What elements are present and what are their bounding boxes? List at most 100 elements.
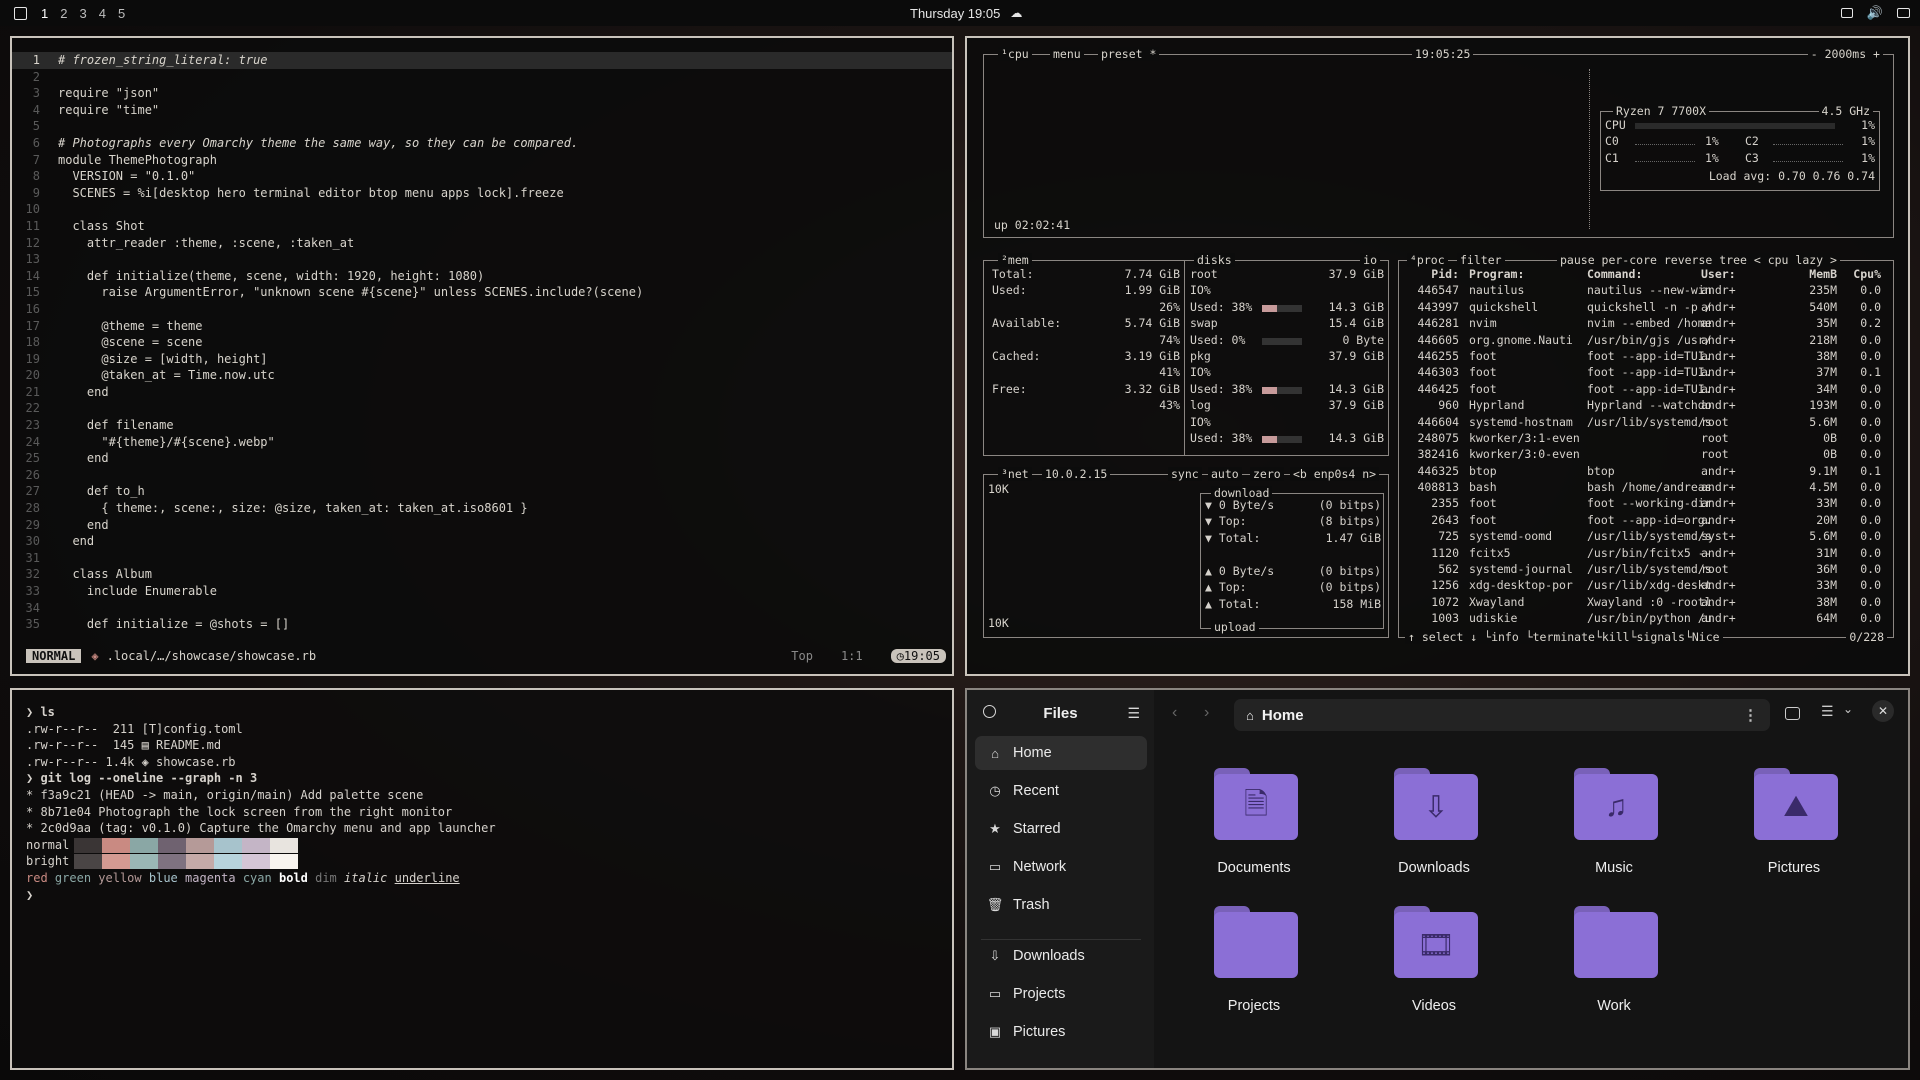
- auto-toggle[interactable]: auto: [1208, 467, 1242, 481]
- proc-row[interactable]: 446425 foot foot --app-id=TUI. andr+ 34M 0.0: [1403, 382, 1887, 398]
- view-list-icon[interactable]: ☰: [1821, 703, 1834, 720]
- chevron-down-icon[interactable]: ⌄: [1843, 702, 1853, 716]
- net-label[interactable]: ³net: [998, 467, 1032, 481]
- close-icon[interactable]: ✕: [1872, 700, 1894, 722]
- volume-icon[interactable]: 🔊: [1867, 5, 1883, 21]
- path-menu-icon[interactable]: ⋮: [1743, 706, 1758, 724]
- terminal-prompt[interactable]: ❯: [26, 887, 496, 904]
- folder-projects[interactable]: Projects: [1194, 906, 1314, 1026]
- proc-row[interactable]: 443997 quickshell quickshell -n -p / andr+ 5…: [1403, 300, 1887, 316]
- line-number: 33: [25, 584, 40, 598]
- folder-work[interactable]: Work: [1554, 906, 1674, 1026]
- proc-row[interactable]: 446281 nvim nvim --embed /home andr+ 35M 0.2: [1403, 316, 1887, 332]
- disk-usage-bar: [1262, 435, 1302, 443]
- sidebar-item-downloads[interactable]: ⇩ Downloads: [975, 939, 1147, 973]
- workspace-5[interactable]: 5: [118, 6, 125, 21]
- proc-header-user[interactable]: User:: [1701, 267, 1736, 281]
- interval-control[interactable]: - 2000ms +: [1807, 47, 1883, 61]
- proc-header-mem[interactable]: MemB: [1809, 267, 1837, 281]
- sidebar-item-label: Network: [1013, 859, 1067, 875]
- proc-options[interactable]: pause per-core reverse tree < cpu lazy >: [1557, 253, 1840, 267]
- proc-footer[interactable]: ↑ select ↓ └info └terminate└kill└signals…: [1405, 630, 1723, 644]
- folder-music[interactable]: ♫ Music: [1554, 768, 1674, 888]
- editor-window[interactable]: 1 # frozen_string_literal: true 2 3 require …: [10, 36, 954, 676]
- sidebar-item-pictures[interactable]: ▣ Pictures: [975, 1015, 1147, 1049]
- sidebar-item-projects[interactable]: ▭ Projects: [975, 977, 1147, 1011]
- sidebar-item-home[interactable]: ⌂ Home: [975, 736, 1147, 770]
- folder-downloads[interactable]: ⇩ Downloads: [1374, 768, 1494, 888]
- btop-clock: 19:05:25: [1412, 47, 1474, 61]
- proc-label[interactable]: ⁴proc: [1407, 253, 1448, 267]
- path-bar[interactable]: ⌂ Home ⋮: [1234, 699, 1770, 731]
- line-number: 30: [25, 534, 40, 549]
- proc-row[interactable]: 1120 fcitx5/usr/bin/fcitx5 -- andr+ 31M 0.0: [1403, 546, 1887, 562]
- workspace-1[interactable]: 1: [41, 6, 48, 21]
- code-line: 8 VERSION = "0.1.0": [12, 168, 952, 185]
- back-arrow-icon[interactable]: ‹: [1172, 704, 1177, 722]
- folder-videos[interactable]: 🎞 Videos: [1374, 906, 1494, 1026]
- sidebar-item-trash[interactable]: 🗑 Trash: [975, 888, 1147, 922]
- line-number: 5: [32, 119, 40, 134]
- proc-pid: 2643: [1431, 512, 1459, 527]
- code-line: 3 require "json": [12, 85, 952, 102]
- proc-row[interactable]: 248075 kworker/3:1-even root 0B 0.0: [1403, 431, 1887, 447]
- proc-row[interactable]: 1256 xdg-desktop-por/usr/lib/xdg-deskt and…: [1403, 578, 1887, 594]
- workspace-2[interactable]: 2: [60, 6, 67, 21]
- editor-buffer[interactable]: 1 # frozen_string_literal: true 2 3 require …: [12, 52, 952, 633]
- filter-button[interactable]: filter: [1457, 253, 1505, 267]
- files-window[interactable]: Files ☰ ⌂ Home ◷ Recent ★ Starred ▭ Network 🗑 Tra…: [965, 688, 1910, 1070]
- clock[interactable]: Thursday 19:05: [910, 6, 1000, 21]
- proc-row[interactable]: 446604 systemd-hostnam/usr/lib/systemd/s r…: [1403, 415, 1887, 431]
- folder-documents[interactable]: 🗎 Documents: [1194, 768, 1314, 888]
- proc-header-command[interactable]: Command:: [1587, 267, 1642, 281]
- zero-toggle[interactable]: zero: [1250, 467, 1284, 481]
- monitor-icon[interactable]: [1897, 8, 1910, 18]
- proc-row[interactable]: 446547 nautilus nautilus --new-win andr+ 235…: [1403, 283, 1887, 299]
- mem-label[interactable]: ²mem: [998, 253, 1032, 267]
- hamburger-menu-icon[interactable]: ☰: [1127, 705, 1140, 722]
- btop-window[interactable]: ¹cpu menu preset * 19:05:25 - 2000ms + u…: [965, 36, 1910, 676]
- workspace-3[interactable]: 3: [79, 6, 86, 21]
- terminal-window[interactable]: ❯ ls .rw-r--r-- 211 [T]config.toml .rw-r--…: [10, 688, 954, 1070]
- proc-row[interactable]: 2643 foot foot --app-id=org. andr+ 20M 0.0: [1403, 513, 1887, 529]
- proc-row[interactable]: 382416 kworker/3:0-even root 0B 0.0: [1403, 447, 1887, 463]
- preset-button[interactable]: preset *: [1098, 47, 1160, 61]
- cpu-row: CPU 1%: [1605, 118, 1875, 134]
- new-tab-icon[interactable]: [1785, 707, 1800, 720]
- proc-row[interactable]: 725 systemd-oomd/usr/lib/systemd/s syst+ 5.…: [1403, 529, 1887, 545]
- proc-user: root: [1701, 447, 1729, 462]
- workspace-4[interactable]: 4: [99, 6, 106, 21]
- screen-icon[interactable]: [1840, 8, 1853, 18]
- proc-header-cpu[interactable]: Cpu%: [1853, 267, 1881, 281]
- sync-toggle[interactable]: sync: [1168, 467, 1202, 481]
- proc-program: bash: [1469, 480, 1497, 495]
- proc-row[interactable]: 2355 foot foot --working-dir andr+ 33M 0.0: [1403, 496, 1887, 512]
- proc-mem: 0B: [1823, 447, 1837, 462]
- proc-row[interactable]: 446303 foot foot --app-id=TUI. andr+ 37M 0.1: [1403, 365, 1887, 381]
- folder-label: Projects: [1227, 998, 1281, 1014]
- proc-header-program[interactable]: Program:: [1469, 267, 1524, 281]
- forward-arrow-icon[interactable]: ›: [1204, 704, 1209, 722]
- interface-selector[interactable]: <b enp0s4 n>: [1290, 467, 1380, 481]
- proc-row[interactable]: 446605 org.gnome.Nauti/usr/bin/gjs /usr/a…: [1403, 333, 1887, 349]
- folder-pictures[interactable]: ⛰ Pictures: [1734, 768, 1854, 888]
- sidebar-item-network[interactable]: ▭ Network: [975, 850, 1147, 884]
- proc-row[interactable]: 1003 udiskie/usr/bin/python /u andr+ 64M 0.0: [1403, 611, 1887, 627]
- proc-row[interactable]: 1072 Xwayland Xwayland :0 -rootl andr+ 38M 0.…: [1403, 595, 1887, 611]
- proc-row[interactable]: 562 systemd-journal/usr/lib/systemd/s root…: [1403, 562, 1887, 578]
- proc-mem: 193M: [1809, 398, 1837, 413]
- proc-row[interactable]: 446255 foot foot --app-id=TUI. andr+ 38M 0.0: [1403, 349, 1887, 365]
- sidebar-item-recent[interactable]: ◷ Recent: [975, 774, 1147, 808]
- terminal-output[interactable]: ❯ ls .rw-r--r-- 211 [T]config.toml .rw-r--…: [26, 704, 496, 903]
- line-code: end: [58, 534, 95, 549]
- omarchy-menu-icon[interactable]: [14, 6, 27, 20]
- proc-row[interactable]: 960 Hyprland Hyprland --watchdo andr+ 193M 0.…: [1403, 398, 1887, 414]
- cpu-label[interactable]: ¹cpu: [998, 47, 1032, 61]
- proc-row[interactable]: 446325 btop btop andr+ 9.1M 0.1: [1403, 464, 1887, 480]
- proc-header-pid[interactable]: Pid:: [1431, 267, 1459, 281]
- menu-button[interactable]: menu: [1050, 47, 1084, 61]
- proc-command: foot --app-id=TUI.: [1587, 348, 1712, 363]
- sidebar-item-starred[interactable]: ★ Starred: [975, 812, 1147, 846]
- proc-row[interactable]: 408813 bash bash /home/andreas andr+ 4.5M 0.0: [1403, 480, 1887, 496]
- io-toggle[interactable]: io: [1360, 253, 1380, 267]
